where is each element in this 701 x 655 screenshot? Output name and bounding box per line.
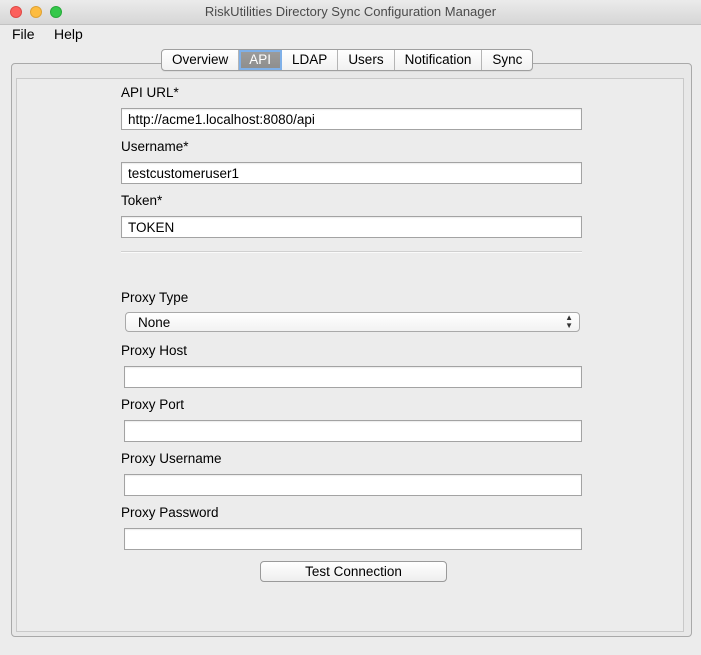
- proxy-port-input[interactable]: [125, 421, 581, 441]
- proxy-port-label: Proxy Port: [121, 397, 185, 412]
- title-bar: RiskUtilities Directory Sync Configurati…: [0, 0, 701, 25]
- updown-arrows-icon: ▲ ▼: [565, 313, 573, 330]
- username-label: Username*: [121, 139, 189, 154]
- token-label: Token*: [121, 193, 163, 208]
- proxy-username-input[interactable]: [125, 475, 581, 495]
- tab-overview[interactable]: Overview: [162, 50, 240, 70]
- tab-api[interactable]: API: [239, 50, 283, 70]
- tab-notification[interactable]: Notification: [395, 50, 483, 70]
- tab-sync[interactable]: Sync: [482, 50, 532, 70]
- proxy-password-label: Proxy Password: [121, 505, 219, 520]
- tab-users[interactable]: Users: [338, 50, 395, 70]
- api-url-label: API URL*: [121, 85, 179, 100]
- menu-bar: File Help: [0, 25, 701, 44]
- section-divider: [121, 251, 582, 253]
- tab-ldap[interactable]: LDAP: [282, 50, 339, 70]
- proxy-host-input[interactable]: [125, 367, 581, 387]
- api-url-field-box: [121, 108, 582, 130]
- username-field-box: [121, 162, 582, 184]
- token-input[interactable]: [122, 217, 581, 237]
- proxy-password-input[interactable]: [125, 529, 581, 549]
- proxy-host-field-box: [124, 366, 582, 388]
- username-input[interactable]: [122, 163, 581, 183]
- proxy-username-label: Proxy Username: [121, 451, 222, 466]
- api-url-input[interactable]: [122, 109, 581, 129]
- menu-file[interactable]: File: [12, 26, 35, 42]
- test-connection-button[interactable]: Test Connection: [260, 561, 447, 582]
- tab-bar: Overview API LDAP Users Notification Syn…: [161, 49, 534, 71]
- menu-help[interactable]: Help: [54, 26, 83, 42]
- proxy-type-value: None: [138, 315, 171, 330]
- proxy-type-label: Proxy Type: [121, 290, 189, 305]
- proxy-host-label: Proxy Host: [121, 343, 188, 358]
- token-field-box: [121, 216, 582, 238]
- proxy-port-field-box: [124, 420, 582, 442]
- window-title: RiskUtilities Directory Sync Configurati…: [204, 4, 497, 19]
- proxy-password-field-box: [124, 528, 582, 550]
- proxy-username-field-box: [124, 474, 582, 496]
- proxy-type-select[interactable]: None ▲ ▼: [125, 312, 580, 332]
